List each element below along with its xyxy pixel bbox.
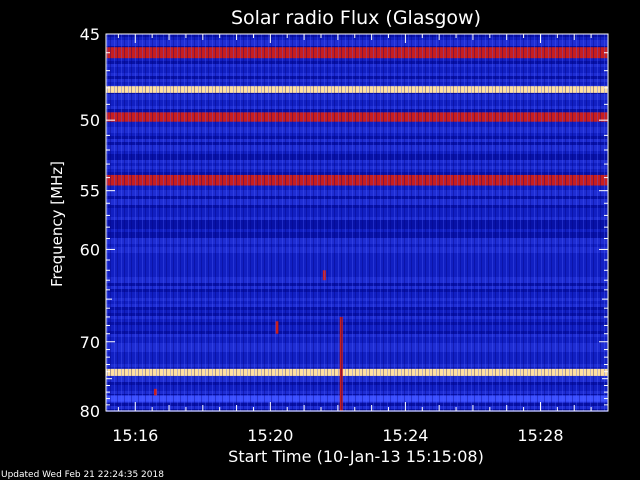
x-tick-label: 15:28 xyxy=(517,426,563,445)
y-axis-label: Frequency [MHz] xyxy=(48,161,66,287)
y-tick-label: 60 xyxy=(80,240,100,259)
y-tick-label: 80 xyxy=(80,402,100,421)
y-tick-label: 70 xyxy=(80,333,100,352)
x-tick-label: 15:16 xyxy=(112,426,158,445)
y-tick-label: 50 xyxy=(80,111,100,130)
chart-title: Solar radio Flux (Glasgow) xyxy=(231,7,481,29)
x-axis-label: Start Time (10-Jan-13 15:15:08) xyxy=(228,447,484,466)
vertical-streaks xyxy=(106,34,608,411)
updated-timestamp: Updated Wed Feb 21 22:24:35 2018 xyxy=(1,470,164,480)
plot-texture xyxy=(106,34,608,411)
spectrogram-chart: Solar radio Flux (Glasgow) 45 50 55 60 70 80 1… xyxy=(1,7,609,480)
x-tick-label: 15:24 xyxy=(382,426,428,445)
y-tick-label: 55 xyxy=(80,182,100,201)
x-tick-label: 15:20 xyxy=(247,426,293,445)
y-tick-label: 45 xyxy=(80,25,100,44)
